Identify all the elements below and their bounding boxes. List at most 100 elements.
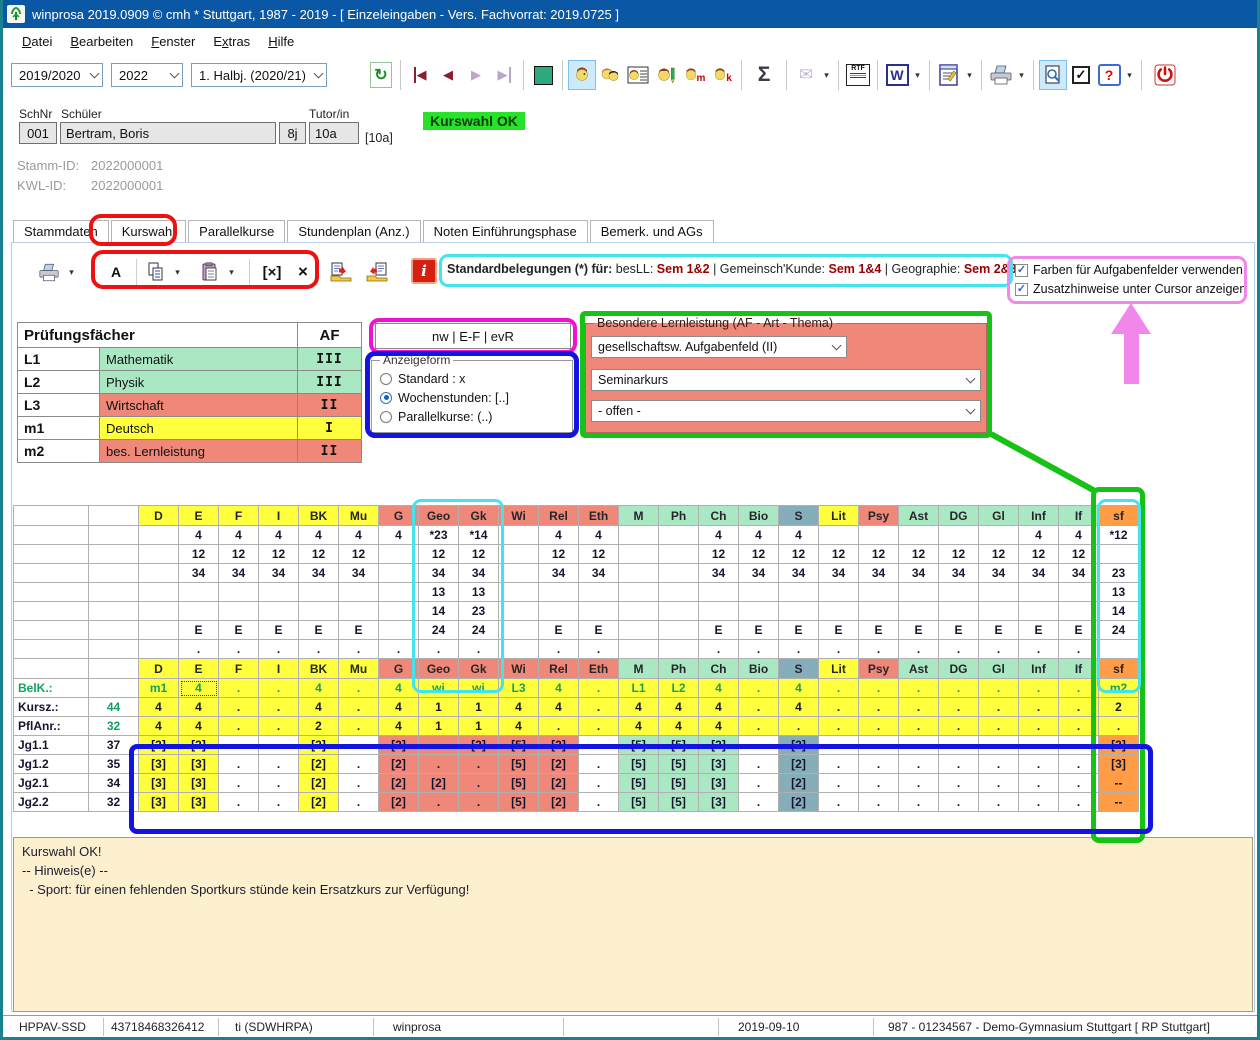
grid-cell[interactable]: 14 [419, 602, 459, 621]
grid-cell[interactable] [379, 564, 419, 583]
grid-cell[interactable]: [3] [699, 774, 739, 793]
grid-cell[interactable]: 4 [299, 679, 339, 698]
grid-cell[interactable] [379, 602, 419, 621]
grid-cell[interactable]: . [859, 640, 899, 659]
grid-cell[interactable]: E [219, 621, 259, 640]
grid-cell[interactable]: [2] [419, 774, 459, 793]
grid-cell[interactable] [139, 621, 179, 640]
grid-cell[interactable] [819, 583, 859, 602]
clear-marked-button[interactable]: [×] [255, 258, 289, 286]
grid-cell[interactable] [179, 583, 219, 602]
grid-cell[interactable]: . [339, 793, 379, 812]
grid-cell[interactable]: 4 [539, 526, 579, 545]
email-button[interactable]: ✉ [792, 60, 820, 90]
grid-cell[interactable]: 24 [1099, 621, 1139, 640]
grid-cell[interactable]: 1 [459, 717, 499, 736]
grid-cell[interactable]: [2] [459, 736, 499, 755]
grid-cell[interactable]: [3] [699, 736, 739, 755]
grid-cell[interactable]: 12 [539, 545, 579, 564]
student-list-button[interactable] [624, 60, 652, 90]
grid-cell[interactable]: . [419, 793, 459, 812]
grid-cell[interactable]: E [939, 621, 979, 640]
grid-cell[interactable]: E [259, 621, 299, 640]
grid-cell[interactable]: . [579, 736, 619, 755]
font-button[interactable]: A [99, 258, 133, 286]
grid-cell[interactable]: . [819, 679, 859, 698]
grid-cell[interactable] [859, 602, 899, 621]
nav-prev-button[interactable]: ◀ [434, 60, 462, 90]
grid-cell[interactable]: 4 [539, 679, 579, 698]
grid-cell[interactable]: 23 [459, 602, 499, 621]
grid-cell[interactable] [499, 621, 539, 640]
grid-cell[interactable]: . [259, 679, 299, 698]
grid-cell[interactable]: . [219, 755, 259, 774]
grid-cell[interactable]: 12 [1019, 545, 1059, 564]
grid-cell[interactable]: . [979, 755, 1019, 774]
student-edit-button[interactable] [652, 60, 680, 90]
grid-cell[interactable]: 34 [459, 564, 499, 583]
grid-cell[interactable] [219, 602, 259, 621]
grid-cell[interactable]: -- [1099, 774, 1139, 793]
copy-button[interactable] [141, 258, 171, 286]
grid-cell[interactable]: . [939, 640, 979, 659]
grid-cell[interactable]: . [339, 640, 379, 659]
grid-cell[interactable]: E [339, 621, 379, 640]
grid-cell[interactable]: 4 [659, 698, 699, 717]
report-dropdown[interactable] [963, 60, 976, 90]
grid-cell[interactable]: 23 [1099, 564, 1139, 583]
grid-cell[interactable]: . [939, 774, 979, 793]
grid-cell[interactable]: 12 [939, 545, 979, 564]
grid-cell[interactable]: . [979, 774, 1019, 793]
grid-cell[interactable] [899, 526, 939, 545]
grid-cell[interactable]: 34 [979, 564, 1019, 583]
grid-cell[interactable]: 4 [779, 679, 819, 698]
grid-cell[interactable]: 34 [739, 564, 779, 583]
grid-cell[interactable] [859, 526, 899, 545]
grid-cell[interactable] [339, 602, 379, 621]
grid-cell[interactable]: . [579, 640, 619, 659]
grid-cell[interactable]: 12 [219, 545, 259, 564]
word-dropdown[interactable] [911, 60, 924, 90]
grid-cell[interactable]: [3] [139, 736, 179, 755]
grid-cell[interactable]: 4 [179, 717, 219, 736]
grid-cell[interactable]: . [1019, 717, 1059, 736]
grid-cell[interactable]: . [259, 698, 299, 717]
grid-cell[interactable] [939, 583, 979, 602]
besll-art-select[interactable]: Seminarkurs [591, 369, 981, 391]
grid-cell[interactable] [1059, 583, 1099, 602]
grid-cell[interactable]: . [1019, 774, 1059, 793]
grid-cell[interactable]: 13 [419, 583, 459, 602]
grid-cell[interactable]: . [859, 774, 899, 793]
grid-cell[interactable] [699, 602, 739, 621]
grid-cell[interactable] [659, 583, 699, 602]
grid-cell[interactable] [139, 545, 179, 564]
grid-cell[interactable]: 34 [339, 564, 379, 583]
tab-stammdaten[interactable]: Stammdaten [13, 220, 109, 243]
grid-cell[interactable]: . [739, 640, 779, 659]
grid-cell[interactable]: . [819, 640, 859, 659]
grid-cell[interactable]: 4 [139, 698, 179, 717]
grid-cell[interactable]: 12 [259, 545, 299, 564]
grid-cell[interactable]: . [779, 717, 819, 736]
grid-cell[interactable]: 4 [179, 526, 219, 545]
grid-cell[interactable] [139, 564, 179, 583]
grid-cell[interactable]: 34 [939, 564, 979, 583]
grid-cell[interactable] [139, 583, 179, 602]
grid-cell[interactable] [179, 602, 219, 621]
grid-cell[interactable] [859, 583, 899, 602]
tab-stundenplan-anz-[interactable]: Stundenplan (Anz.) [287, 220, 420, 243]
grid-cell[interactable]: . [459, 774, 499, 793]
grid-cell[interactable]: . [579, 717, 619, 736]
grid-cell[interactable]: 4 [659, 717, 699, 736]
tab-parallelkurse[interactable]: Parallelkurse [188, 220, 285, 243]
grid-cell[interactable]: . [579, 698, 619, 717]
grid-cell[interactable] [579, 602, 619, 621]
grid-cell[interactable]: . [859, 736, 899, 755]
grid-cell[interactable]: 12 [339, 545, 379, 564]
grid-cell[interactable]: [5] [659, 736, 699, 755]
grid-cell[interactable]: . [219, 736, 259, 755]
print-button[interactable] [987, 60, 1015, 90]
grid-cell[interactable] [979, 602, 1019, 621]
grid-cell[interactable] [499, 526, 539, 545]
grid-cell[interactable]: wi [459, 679, 499, 698]
